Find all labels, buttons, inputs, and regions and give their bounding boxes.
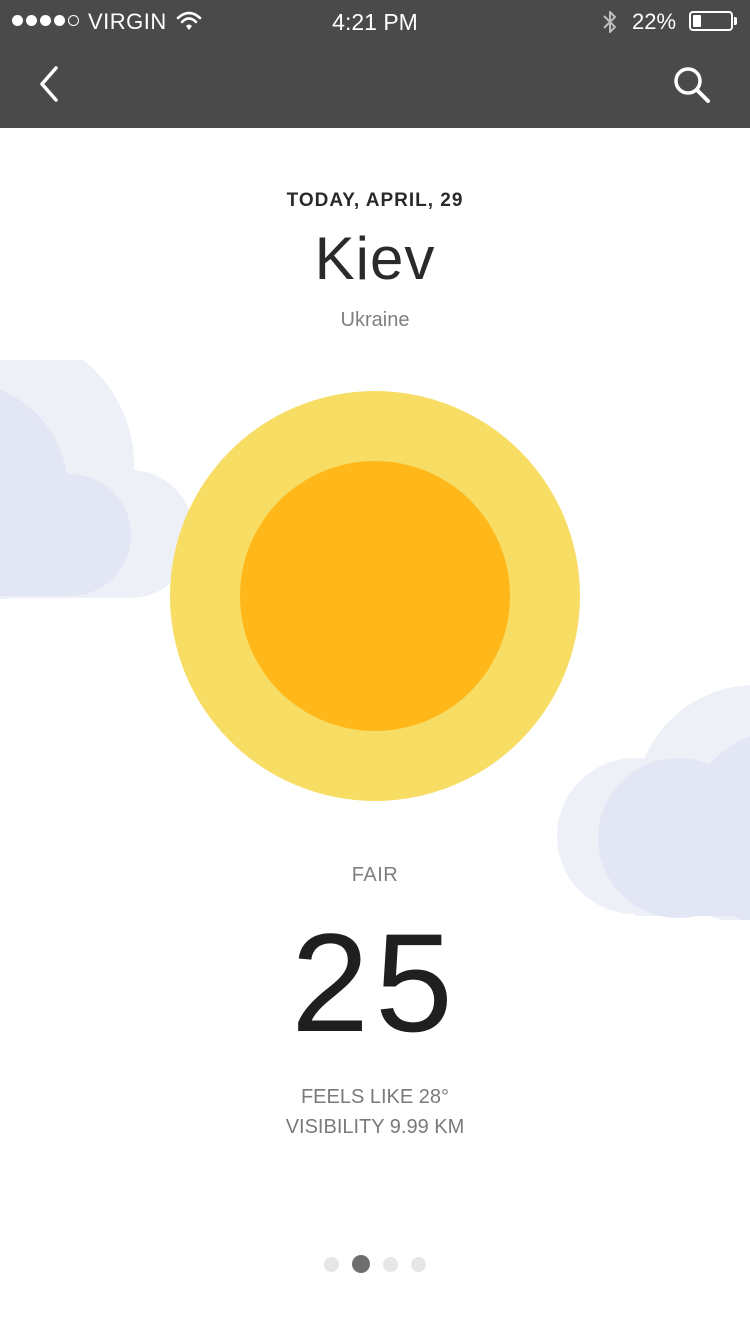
cloud-left-illustration <box>0 360 194 599</box>
page-dot[interactable] <box>411 1256 426 1272</box>
header-bar: VIRGIN 4:21 PM 22% <box>0 0 750 128</box>
battery-tip <box>734 17 737 25</box>
page-dot[interactable] <box>324 1256 339 1272</box>
feels-like-label: FEELS LIKE 28° <box>300 1086 450 1108</box>
battery-percentage: 22% <box>632 9 677 34</box>
chevron-left-icon <box>40 66 58 102</box>
sun-icon <box>240 461 510 731</box>
page-indicator <box>0 1255 750 1273</box>
country-name: Ukraine <box>340 309 410 331</box>
status-bar: VIRGIN 4:21 PM 22% <box>0 0 750 44</box>
visibility-label: VISIBILITY 9.99 KM <box>285 1116 465 1138</box>
page-dot[interactable] <box>352 1255 370 1273</box>
bluetooth-icon <box>600 8 620 42</box>
city-name: Kiev <box>314 225 436 292</box>
date-label: TODAY, APRIL, 29 <box>286 190 464 211</box>
temperature-value: 25 <box>291 904 459 1061</box>
weather-condition: FAIR <box>351 864 399 886</box>
search-button[interactable] <box>667 60 715 108</box>
battery-level-fill <box>693 15 701 27</box>
battery-icon <box>689 11 733 31</box>
page-dot[interactable] <box>383 1256 398 1272</box>
search-icon <box>674 67 710 103</box>
back-button[interactable] <box>26 60 74 108</box>
